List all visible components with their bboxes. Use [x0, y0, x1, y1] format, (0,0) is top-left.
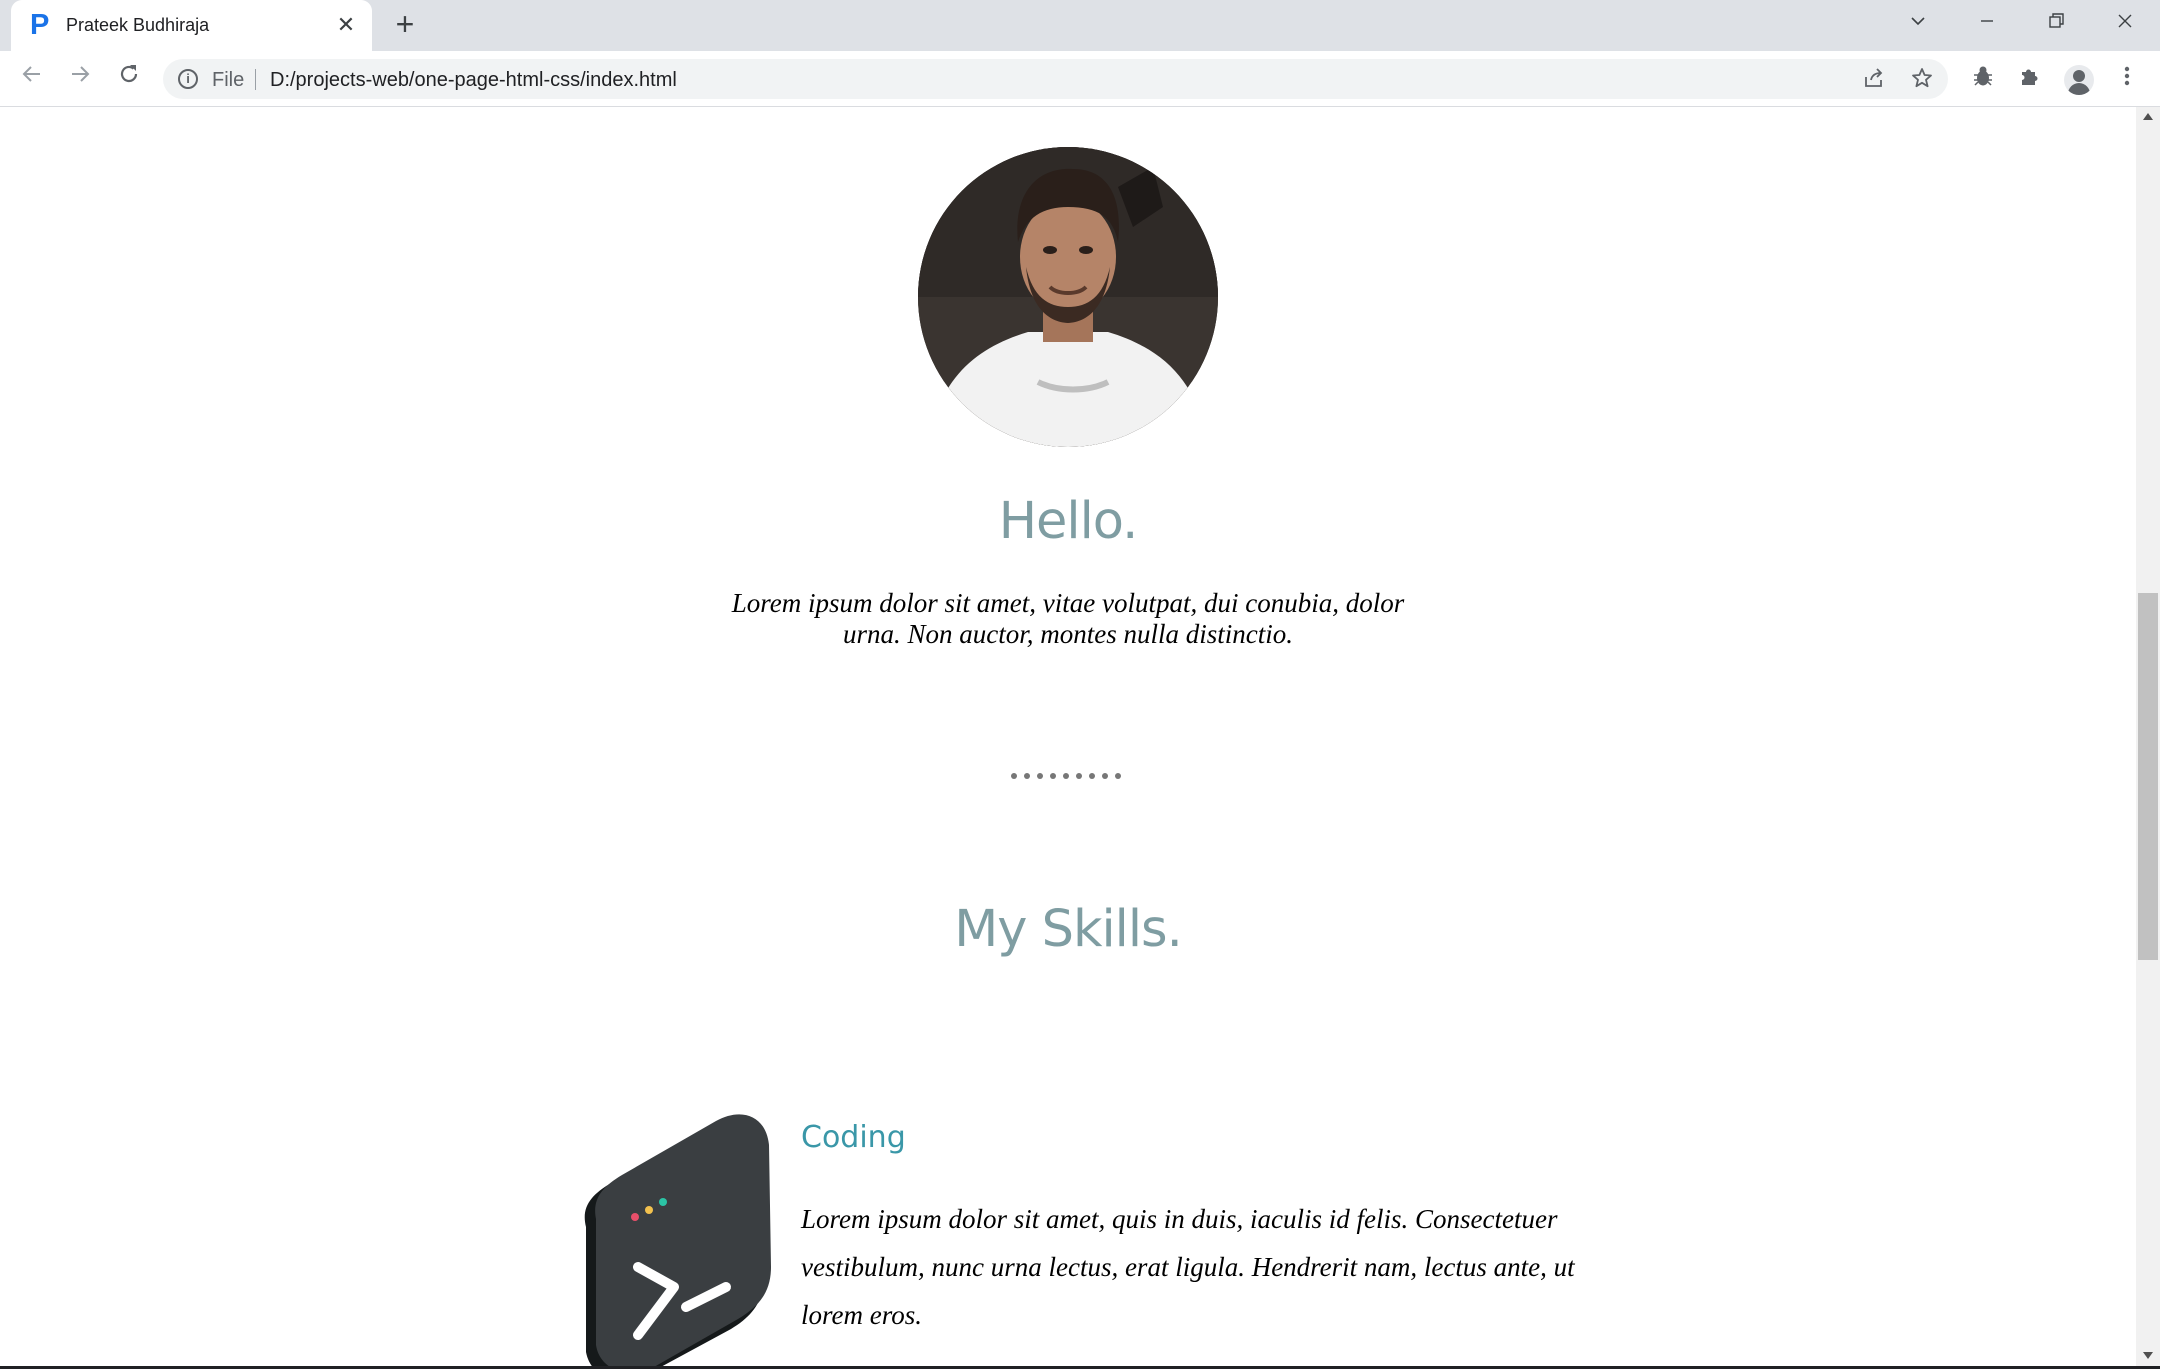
- omnibox-divider: [255, 69, 256, 90]
- info-icon[interactable]: i: [178, 69, 198, 89]
- bug-extension-icon[interactable]: [1968, 63, 1998, 93]
- extensions-icon[interactable]: [2015, 63, 2045, 93]
- profile-photo: [918, 147, 1218, 447]
- section-divider-dots: [1011, 773, 1121, 779]
- profile-head-shape: [2073, 70, 2085, 82]
- browser-toolbar: i File D:/projects-web/one-page-html-css…: [0, 51, 2160, 107]
- profile-icon[interactable]: [2064, 65, 2094, 95]
- terminal-icon: [566, 1107, 776, 1369]
- browser-tab[interactable]: P Prateek Budhiraja ✕: [11, 0, 372, 51]
- skill-description: Lorem ipsum dolor sit amet, quis in duis…: [801, 1204, 1575, 1330]
- favicon-icon: P: [30, 9, 50, 41]
- restore-button[interactable]: [2039, 9, 2073, 39]
- tab-strip: P Prateek Budhiraja ✕ +: [0, 0, 2160, 51]
- hello-heading: Hello.: [998, 492, 1139, 551]
- share-icon[interactable]: [1860, 66, 1888, 94]
- back-icon[interactable]: [15, 61, 49, 95]
- scroll-thumb[interactable]: [2138, 593, 2158, 960]
- minimize-button[interactable]: [1970, 9, 2004, 39]
- tab-close-button[interactable]: ✕: [333, 12, 359, 38]
- file-label: File: [212, 69, 245, 91]
- tab-search-icon[interactable]: [1901, 9, 1935, 39]
- menu-icon[interactable]: [2112, 63, 2142, 93]
- scroll-down-arrow-icon[interactable]: [2143, 1352, 2153, 1359]
- tab-title: Prateek Budhiraja: [66, 15, 210, 35]
- url-text[interactable]: D:/projects-web/one-page-html-css/index.…: [270, 69, 677, 92]
- skills-heading: My Skills.: [954, 900, 1183, 959]
- page-viewport: Hello. Lorem ipsum dolor sit amet, vitae…: [0, 107, 2136, 1369]
- address-bar[interactable]: i File D:/projects-web/one-page-html-css…: [163, 59, 1948, 99]
- forward-icon[interactable]: [63, 61, 97, 95]
- close-window-button[interactable]: [2108, 9, 2142, 39]
- new-tab-button[interactable]: +: [390, 8, 420, 40]
- profile-body-shape: [2068, 83, 2090, 95]
- scroll-up-arrow-icon[interactable]: [2143, 113, 2153, 120]
- page-scrollbar[interactable]: [2136, 107, 2160, 1369]
- hello-paragraph: Lorem ipsum dolor sit amet, vitae volutp…: [731, 588, 1405, 649]
- star-icon[interactable]: [1908, 66, 1936, 94]
- reload-icon[interactable]: [112, 61, 146, 95]
- skill-title: Coding: [801, 1120, 906, 1155]
